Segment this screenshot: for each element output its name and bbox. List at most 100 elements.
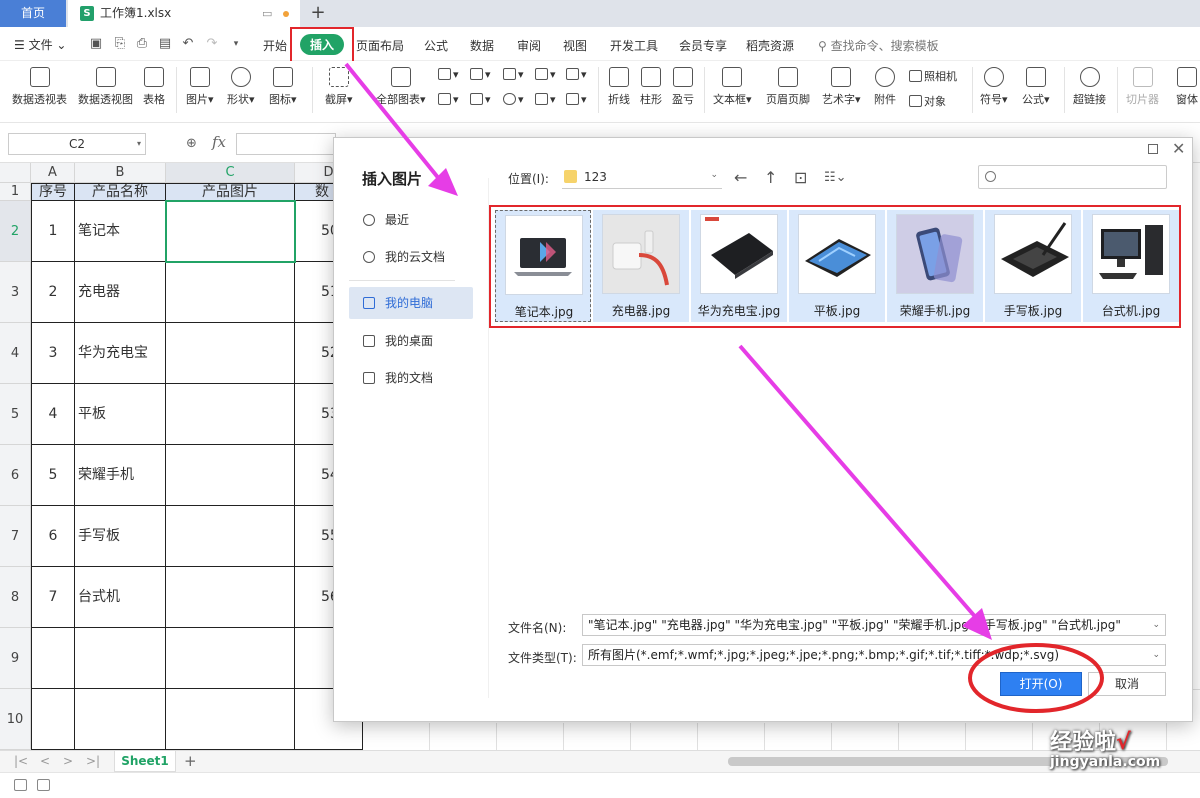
last-sheet-icon[interactable]: >| xyxy=(86,754,100,768)
redo-icon[interactable]: ↷ xyxy=(204,36,220,52)
active-cell-selection[interactable] xyxy=(165,200,296,263)
map-chart-small[interactable]: ▾ xyxy=(438,93,459,106)
pivot-chart-button[interactable]: 数据透视图 xyxy=(78,67,133,107)
table-cell[interactable] xyxy=(166,506,295,567)
command-search[interactable]: ⚲ 查找命令、搜索模板 xyxy=(818,37,939,54)
tab-docer[interactable]: 稻壳资源 xyxy=(746,37,794,54)
open-button[interactable]: 打开(O) xyxy=(1000,672,1082,696)
row-header[interactable]: 5 xyxy=(0,384,31,445)
row-header[interactable]: 3 xyxy=(0,262,31,323)
tab-page-layout[interactable]: 页面布局 xyxy=(356,37,404,54)
table-cell[interactable]: 华为充电宝 xyxy=(75,323,166,384)
print-preview-icon[interactable]: ▤ xyxy=(157,36,173,52)
location-select[interactable]: 123 ⌄ xyxy=(562,165,722,189)
cancel-button[interactable]: 取消 xyxy=(1088,672,1166,696)
file-search-input[interactable] xyxy=(978,165,1167,189)
sparkline-line-button[interactable]: 折线 xyxy=(608,67,630,107)
tab-home-ribbon[interactable]: 开始 xyxy=(263,37,287,54)
row-header[interactable]: 8 xyxy=(0,567,31,628)
line-chart-small[interactable]: ▾ xyxy=(503,68,524,81)
table-cell[interactable]: 6 xyxy=(32,506,75,567)
tab-review[interactable]: 审阅 xyxy=(517,37,541,54)
textbox-button[interactable]: 文本框▾ xyxy=(713,67,752,107)
attachment-button[interactable]: 附件 xyxy=(874,67,896,107)
pivot-table-button[interactable]: 数据透视表 xyxy=(12,67,67,107)
up-icon[interactable]: ↑ xyxy=(764,168,777,187)
export-icon[interactable]: ⎘ xyxy=(112,36,128,52)
table-cell[interactable] xyxy=(166,262,295,323)
table-cell[interactable]: 5 xyxy=(32,445,75,506)
object-button[interactable]: 对象 xyxy=(909,93,946,109)
picture-button[interactable]: 图片▾ xyxy=(186,67,214,107)
header-footer-button[interactable]: 页眉页脚 xyxy=(766,67,810,107)
bar-chart-small[interactable]: ▾ xyxy=(470,68,491,81)
row-header[interactable]: 9 xyxy=(0,628,31,689)
filename-input[interactable]: "笔记本.jpg" "充电器.jpg" "华为充电宝.jpg" "平板.jpg"… xyxy=(582,614,1166,636)
stock-chart-small[interactable]: ▾ xyxy=(566,68,587,81)
tab-member[interactable]: 会员专享 xyxy=(679,37,727,54)
table-cell[interactable] xyxy=(75,628,166,689)
select-all-corner[interactable] xyxy=(0,163,31,183)
table-cell[interactable] xyxy=(166,689,295,750)
view-mode-icon[interactable]: ☷⌄ xyxy=(824,170,847,185)
table-cell[interactable] xyxy=(166,628,295,689)
tab-data[interactable]: 数据 xyxy=(470,37,494,54)
table-header-cell[interactable]: 产品图片 xyxy=(166,184,295,201)
table-header-cell[interactable]: 产品名称 xyxy=(75,184,166,201)
customize-icon[interactable]: ▾ xyxy=(228,36,244,52)
table-header-cell[interactable]: 序号 xyxy=(32,184,75,201)
undo-icon[interactable]: ↶ xyxy=(180,36,196,52)
scatter-chart-small[interactable]: ▾ xyxy=(535,93,556,106)
sheet-tab[interactable]: Sheet1 xyxy=(114,751,176,772)
table-cell[interactable]: 手写板 xyxy=(75,506,166,567)
icon-button[interactable]: 图标▾ xyxy=(269,67,297,107)
symbol-button[interactable]: 符号▾ xyxy=(980,67,1008,107)
sparkline-winloss-button[interactable]: 盈亏 xyxy=(672,67,694,107)
close-icon[interactable]: ✕ xyxy=(1172,139,1185,158)
table-cell[interactable]: 笔记本 xyxy=(75,201,166,262)
table-cell[interactable] xyxy=(32,628,75,689)
nav-recent[interactable]: 最近 xyxy=(349,204,473,236)
row-header[interactable]: 6 xyxy=(0,445,31,506)
column-header[interactable]: A xyxy=(31,163,75,183)
formula-input[interactable] xyxy=(236,133,336,155)
table-cell[interactable]: 荣耀手机 xyxy=(75,445,166,506)
screenshot-button[interactable]: 截屏▾ xyxy=(325,67,353,107)
pie-chart-small[interactable]: ▾ xyxy=(503,93,524,106)
first-sheet-icon[interactable]: |< xyxy=(14,754,28,768)
table-cell[interactable] xyxy=(166,567,295,628)
name-box[interactable]: C2 ▾ xyxy=(8,133,146,155)
monitor-icon[interactable]: ▭ xyxy=(262,0,272,27)
filetype-select[interactable]: 所有图片(*.emf;*.wmf;*.jpg;*.jpeg;*.jpe;*.pn… xyxy=(582,644,1166,666)
table-cell[interactable]: 3 xyxy=(32,323,75,384)
file-menu[interactable]: ☰ 文件 ⌄ xyxy=(14,36,66,53)
formula-button[interactable]: 公式▾ xyxy=(1022,67,1050,107)
all-charts-button[interactable]: 全部图表▾ xyxy=(376,67,426,107)
tab-formulas[interactable]: 公式 xyxy=(424,37,448,54)
prev-sheet-icon[interactable]: < xyxy=(40,754,50,768)
fx-icon[interactable]: fx xyxy=(212,133,226,151)
row-header[interactable]: 2 xyxy=(0,201,31,262)
column-chart-small[interactable]: ▾ xyxy=(438,68,459,81)
tab-developer[interactable]: 开发工具 xyxy=(610,37,658,54)
combo-chart-small[interactable]: ▾ xyxy=(470,93,491,106)
shape-button[interactable]: 形状▾ xyxy=(227,67,255,107)
add-sheet-button[interactable]: + xyxy=(184,752,197,770)
tab-view[interactable]: 视图 xyxy=(563,37,587,54)
column-header[interactable]: B xyxy=(75,163,166,183)
maximize-icon[interactable] xyxy=(1148,144,1158,154)
table-cell[interactable] xyxy=(166,445,295,506)
table-cell[interactable] xyxy=(166,323,295,384)
tab-home[interactable]: 首页 xyxy=(0,0,66,27)
other-chart-small[interactable]: ▾ xyxy=(566,93,587,106)
nav-documents[interactable]: 我的文档 xyxy=(349,362,473,394)
form-button[interactable]: 窗体 xyxy=(1176,67,1198,107)
row-header[interactable]: 10 xyxy=(0,689,31,750)
print-icon[interactable]: ⎙ xyxy=(134,36,150,52)
next-sheet-icon[interactable]: > xyxy=(63,754,73,768)
row-header[interactable]: 1 xyxy=(0,183,31,201)
sparkline-column-button[interactable]: 柱形 xyxy=(640,67,662,107)
wordart-button[interactable]: 艺术字▾ xyxy=(822,67,861,107)
column-header[interactable]: C xyxy=(166,163,295,183)
layout-icon[interactable] xyxy=(37,779,50,791)
